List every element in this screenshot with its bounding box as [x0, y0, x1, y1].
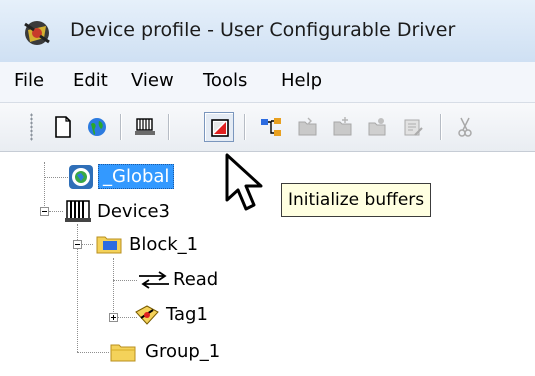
tree-node-device3[interactable]: Device3: [97, 201, 170, 222]
properties-icon: [404, 119, 423, 136]
tree-connector: [113, 258, 115, 320]
toolbar-separator: [244, 114, 245, 140]
add-block-icon: [298, 117, 317, 136]
device-icon: [65, 198, 91, 228]
toolbar: [0, 103, 535, 152]
tree-connector: [77, 249, 79, 352]
globe-icon: [88, 118, 106, 136]
menu-file[interactable]: File: [14, 70, 44, 91]
app-logo-icon: [22, 18, 52, 48]
toolbar-separator: [440, 114, 441, 140]
initialize-buffers-button[interactable]: [204, 112, 234, 142]
tree-node-block1[interactable]: Block_1: [129, 234, 198, 255]
initialize-buffers-tooltip: Initialize buffers: [281, 183, 432, 217]
title-bar[interactable]: Device profile - User Configurable Drive…: [0, 0, 535, 62]
menu-tools[interactable]: Tools: [203, 70, 247, 91]
toolbar-separator: [168, 114, 169, 140]
tree-connector: [44, 162, 46, 212]
tag-icon: [133, 302, 161, 332]
menu-view[interactable]: View: [131, 70, 174, 91]
collapse-block1-toggle[interactable]: [73, 240, 82, 249]
add-block-icon: [333, 117, 352, 136]
tree-node-tag1[interactable]: Tag1: [166, 304, 208, 325]
add-tag-icon: [368, 118, 386, 136]
read-write-arrows-icon: [137, 269, 171, 295]
tree-connector: [113, 280, 137, 282]
tree-connector: [77, 352, 109, 354]
global-icon: [68, 164, 94, 194]
add-block-button[interactable]: [293, 112, 323, 142]
device-button[interactable]: [130, 112, 160, 142]
tree-structure-icon: [261, 118, 281, 136]
tree-node-group1[interactable]: Group_1: [145, 341, 220, 362]
tree-node-read[interactable]: Read: [173, 269, 218, 290]
new-document-icon: [55, 116, 71, 138]
window-title: Device profile - User Configurable Drive…: [70, 19, 456, 41]
toolbar-grip[interactable]: [30, 113, 33, 141]
menu-edit[interactable]: Edit: [73, 70, 108, 91]
new-button[interactable]: [48, 112, 78, 142]
initialize-buffers-icon: [211, 119, 229, 137]
cut-button[interactable]: [450, 112, 480, 142]
cut-icon: [458, 117, 472, 137]
expand-tag1-toggle[interactable]: [109, 313, 118, 322]
add-tag-button[interactable]: [362, 112, 392, 142]
app-window: Device profile - User Configurable Drive…: [0, 0, 535, 376]
global-button[interactable]: [82, 112, 112, 142]
group-folder-icon: [109, 340, 137, 368]
tree-node-global[interactable]: _Global: [98, 164, 175, 189]
collapse-device3-toggle[interactable]: [40, 207, 49, 216]
add-block-button[interactable]: [328, 112, 358, 142]
device-icon: [135, 118, 155, 135]
tree-connector: [81, 244, 93, 246]
block-folder-icon: [95, 232, 123, 260]
tree-connector: [49, 211, 63, 213]
properties-button[interactable]: [398, 112, 428, 142]
menu-bar: File Edit View Tools Help: [0, 62, 535, 103]
toolbar-separator: [120, 114, 121, 140]
mouse-pointer-icon: [224, 152, 270, 218]
tree-connector: [44, 177, 68, 179]
menu-help[interactable]: Help: [281, 70, 322, 91]
structure-button[interactable]: [256, 112, 286, 142]
